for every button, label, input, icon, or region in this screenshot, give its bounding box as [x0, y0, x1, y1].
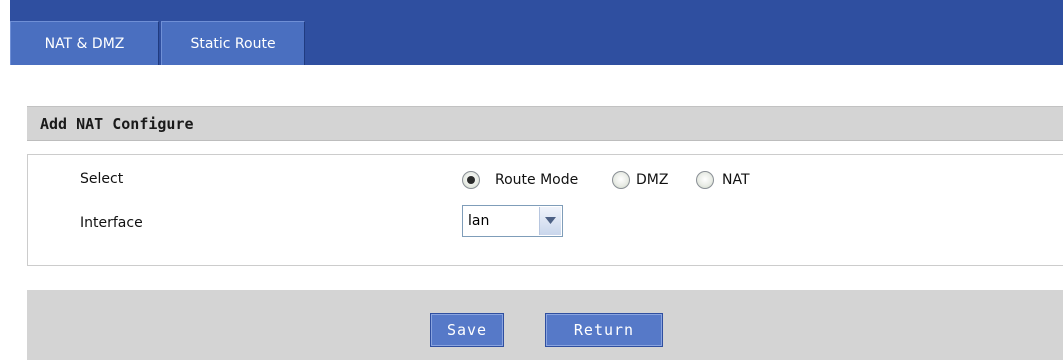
section-header: Add NAT Configure — [27, 106, 1063, 141]
nat-config-form: Select Route Mode DMZ NAT Interface lan — [27, 154, 1063, 266]
save-button[interactable]: Save — [430, 313, 504, 347]
radio-dmz-button[interactable] — [612, 171, 630, 189]
top-tab-bar: NAT & DMZ Static Route — [10, 0, 1063, 65]
interface-select-value: lan — [468, 213, 490, 229]
tab-static-route[interactable]: Static Route — [161, 21, 305, 65]
return-button[interactable]: Return — [545, 313, 663, 347]
radio-dmz[interactable]: DMZ — [612, 168, 696, 192]
radio-nat-label: NAT — [722, 172, 750, 188]
radio-nat[interactable]: NAT — [696, 168, 766, 192]
radio-dmz-label: DMZ — [636, 172, 669, 188]
radio-route-mode[interactable]: Route Mode — [462, 168, 612, 192]
radio-route-mode-label: Route Mode — [495, 172, 579, 188]
interface-select[interactable]: lan — [462, 205, 563, 237]
radio-route-mode-button[interactable] — [462, 171, 480, 189]
interface-label: Interface — [80, 215, 143, 231]
chevron-down-icon — [545, 217, 556, 224]
select-label: Select — [80, 171, 124, 187]
action-bar: Save Return — [27, 290, 1063, 360]
radio-nat-button[interactable] — [696, 171, 714, 189]
section-title: Add NAT Configure — [40, 115, 194, 133]
tab-nat-dmz[interactable]: NAT & DMZ — [10, 21, 159, 65]
dropdown-button[interactable] — [539, 207, 561, 235]
